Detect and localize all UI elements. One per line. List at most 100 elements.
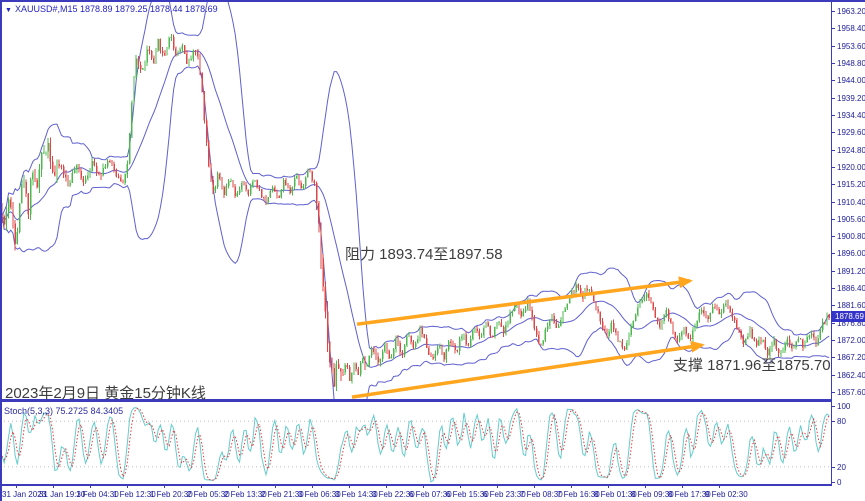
axis-tick <box>831 340 835 341</box>
price-axis[interactable]: 1963.20 1958.40 1953.60 1948.80 1944.00 1939.… <box>831 0 865 486</box>
time-axis-tick <box>719 485 720 488</box>
axis-tick <box>831 115 835 116</box>
time-axis-tick <box>90 485 91 488</box>
axis-label-text: 100 <box>837 402 850 411</box>
stoch-scale-label: 20 <box>831 463 846 472</box>
axis-label-text: 1886.40 <box>837 284 865 293</box>
time-axis-tick <box>201 485 202 488</box>
resistance-annotation: 阻力 1893.74至1897.58 <box>345 243 503 264</box>
axis-tick <box>831 202 835 203</box>
time-axis-tick <box>497 485 498 488</box>
price-axis-label: 1958.40 <box>831 24 865 33</box>
axis-tick <box>831 236 835 237</box>
axis-tick <box>831 467 835 468</box>
price-axis-label: 1900.80 <box>831 232 865 241</box>
time-axis-tick <box>312 485 313 488</box>
axis-tick <box>831 11 835 12</box>
axis-label-text: 1891.20 <box>837 267 865 276</box>
price-axis-label: 1857.60 <box>831 388 865 397</box>
axis-tick <box>831 288 835 289</box>
price-axis-label: 1948.80 <box>831 59 865 68</box>
axis-tick <box>831 150 835 151</box>
candles <box>1 37 830 387</box>
chart-line <box>2 0 829 349</box>
price-axis-label: 1939.20 <box>831 94 865 103</box>
price-axis-label: 1963.20 <box>831 7 865 16</box>
time-axis[interactable]: 31 Jan 202331 Jan 19:301 Feb 04:301 Feb … <box>0 485 832 501</box>
axis-label-text: 1934.40 <box>837 111 865 120</box>
price-axis-label: 1910.40 <box>831 198 865 207</box>
chart-dropdown-icon[interactable]: ▼ <box>5 7 12 14</box>
price-axis-label: 1944.00 <box>831 76 865 85</box>
price-axis-label: 1905.60 <box>831 215 865 224</box>
axis-label-text: 1915.20 <box>837 180 865 189</box>
axis-tick <box>831 98 835 99</box>
time-axis-tick <box>53 485 54 488</box>
axis-label-text: 1944.00 <box>837 76 865 85</box>
time-axis-tick <box>127 485 128 488</box>
axis-label-text: 1924.80 <box>837 146 865 155</box>
axis-tick <box>831 63 835 64</box>
axis-tick <box>831 392 835 393</box>
axis-label-text: 1939.20 <box>837 94 865 103</box>
axis-label-text: 1910.40 <box>837 198 865 207</box>
time-axis-tick <box>608 485 609 488</box>
chart-line <box>2 408 829 482</box>
axis-label-text: 1872.00 <box>837 336 865 345</box>
chart-line <box>2 51 829 367</box>
window-border-left <box>0 0 2 501</box>
price-axis-label: 1896.00 <box>831 249 865 258</box>
axis-label-text: 1862.40 <box>837 371 865 380</box>
axis-tick <box>831 323 835 324</box>
time-axis-tick <box>275 485 276 488</box>
time-axis-tick <box>682 485 683 488</box>
time-axis-tick <box>460 485 461 488</box>
axis-label-text: 1905.60 <box>837 215 865 224</box>
price-axis-label: 1924.80 <box>831 146 865 155</box>
stoch-indicator-label: Stoch(5,3,3) 75.2725 84.3405 <box>4 406 123 416</box>
stoch-scale-label: 80 <box>831 417 846 426</box>
axis-tick <box>831 357 835 358</box>
axis-label-text: 1929.60 <box>837 128 865 137</box>
axis-tick <box>831 253 835 254</box>
price-axis-label: 1872.00 <box>831 336 865 345</box>
axis-tick <box>831 46 835 47</box>
axis-label-text: 80 <box>837 417 846 426</box>
stoch-scale-label: 0 <box>831 478 841 487</box>
axis-tick <box>831 271 835 272</box>
candles <box>2 34 829 386</box>
chart-line <box>2 66 829 400</box>
candles <box>6 37 828 386</box>
time-axis-tick <box>386 485 387 488</box>
mt4-chart-window: ▼XAUUSD#,M15 1878.89 1879.25 1878.44 187… <box>0 0 865 501</box>
time-axis-tick <box>645 485 646 488</box>
time-axis-tick <box>238 485 239 488</box>
axis-tick <box>831 421 835 422</box>
axis-tick <box>831 167 835 168</box>
axis-tick <box>831 375 835 376</box>
axis-label-text: 1953.60 <box>837 42 865 51</box>
axis-label-text: 1900.80 <box>837 232 865 241</box>
price-axis-label: 1881.60 <box>831 301 865 310</box>
window-border-top <box>0 0 865 2</box>
current-price-badge: 1878.69 <box>831 311 865 322</box>
axis-label-text: 20 <box>837 463 846 472</box>
axis-tick <box>831 80 835 81</box>
axis-tick <box>831 482 835 483</box>
candles <box>6 34 827 391</box>
time-axis-label: 9 Feb 02:30 <box>705 490 748 499</box>
date-caption: 2023年2月9日 黄金15分钟K线 <box>5 382 206 403</box>
axis-label-text: 1958.40 <box>837 24 865 33</box>
axis-label-text: 1867.20 <box>837 353 865 362</box>
axis-tick <box>831 28 835 29</box>
axis-tick <box>831 132 835 133</box>
time-axis-tick <box>164 485 165 488</box>
axis-tick <box>831 406 835 407</box>
time-axis-tick <box>571 485 572 488</box>
price-axis-label: 1886.40 <box>831 284 865 293</box>
axis-tick <box>831 184 835 185</box>
main-chart[interactable] <box>0 0 832 400</box>
price-axis-label: 1915.20 <box>831 180 865 189</box>
stoch-panel-chart[interactable] <box>0 405 832 484</box>
time-axis-tick <box>349 485 350 488</box>
